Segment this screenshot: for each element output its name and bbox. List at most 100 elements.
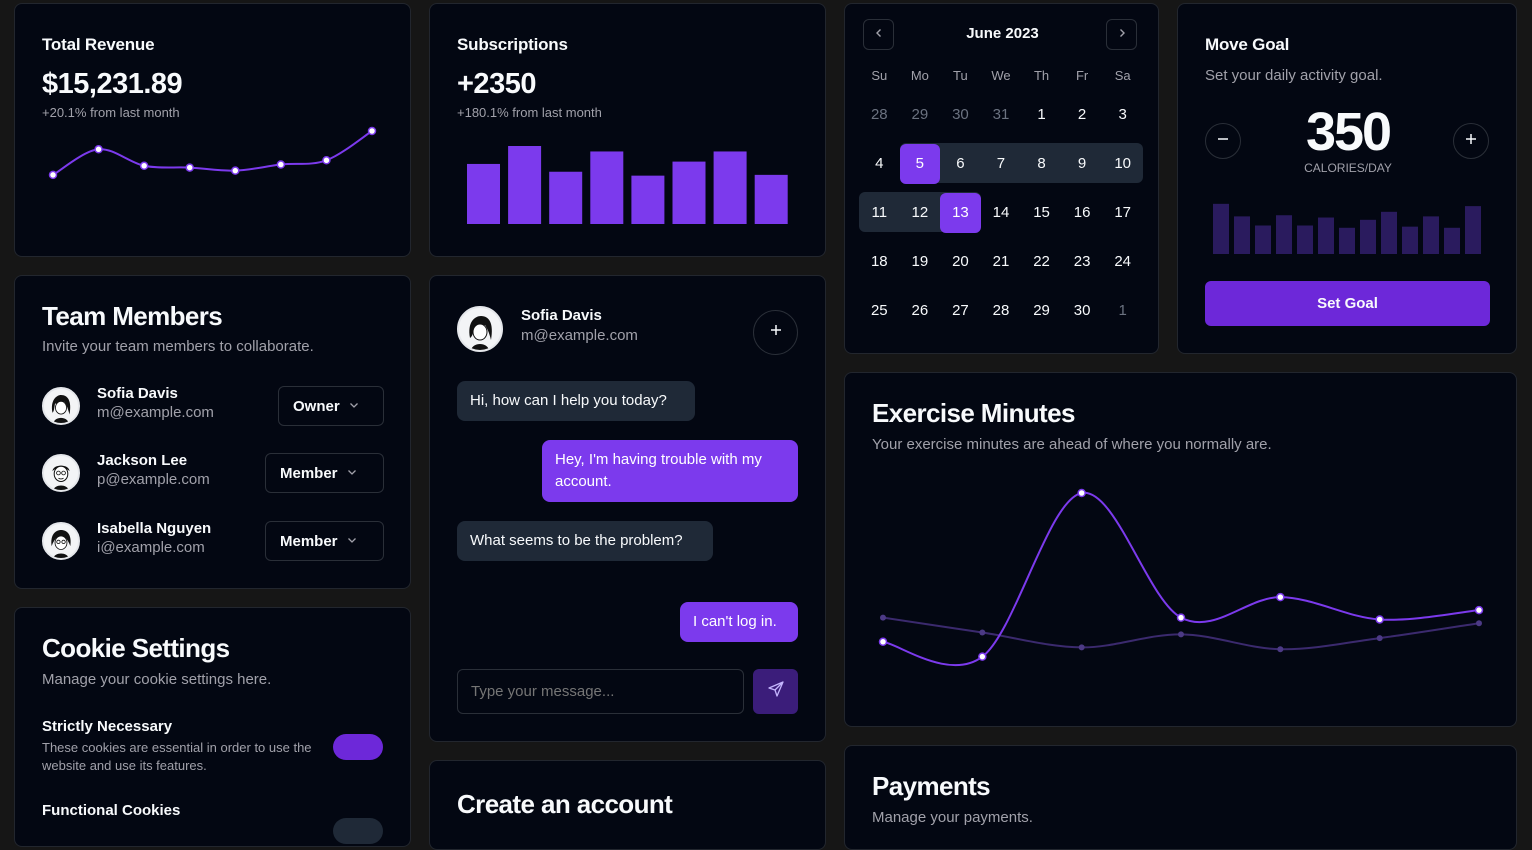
cookie-title: Cookie Settings [42, 633, 230, 663]
calendar-day[interactable]: 4 [859, 144, 900, 184]
calendar-day[interactable]: 15 [1021, 193, 1062, 233]
team-members-card: Team Members Invite your team members to… [14, 275, 411, 589]
average-point [979, 629, 986, 636]
calendar-day[interactable]: 26 [900, 291, 941, 331]
average-point [1178, 631, 1184, 638]
revenue-point [139, 161, 149, 171]
calendar-day[interactable]: 24 [1102, 242, 1143, 282]
revenue-point [276, 160, 286, 169]
create-account-card: Create an account [429, 760, 826, 850]
weekday-label: Th [1033, 67, 1050, 83]
calendar-day[interactable]: 28 [981, 291, 1022, 331]
goal-bar [1234, 216, 1250, 254]
strictly-necessary-toggle[interactable] [333, 734, 383, 760]
current-point [1474, 605, 1484, 615]
current-point [1276, 592, 1285, 602]
team-title: Team Members [42, 301, 223, 331]
calendar-day[interactable]: 5 [899, 143, 941, 184]
current-point [878, 637, 888, 647]
functional-cookies-toggle[interactable] [333, 818, 383, 844]
member-role-select[interactable]: Member [265, 521, 384, 561]
chevron-right-icon [1116, 26, 1128, 44]
chat-message: I can't log in. [680, 602, 798, 642]
calendar-day[interactable]: 9 [1062, 144, 1103, 184]
member-email: i@example.com [97, 539, 205, 556]
calendar-week: 28 29 30 31 1 2 3 [859, 90, 1143, 139]
set-goal-button[interactable]: Set Goal [1205, 281, 1490, 326]
calendar-day[interactable]: 12 [900, 193, 941, 233]
subscriptions-bar-chart [467, 146, 788, 224]
calendar-day[interactable]: 29 [900, 95, 941, 135]
next-month-button[interactable] [1106, 19, 1137, 50]
payments-card: Payments Manage your payments. [844, 745, 1517, 850]
goal-bar [1360, 219, 1376, 254]
average-point [1376, 635, 1383, 642]
calendar-day[interactable]: 30 [940, 95, 981, 135]
send-message-button[interactable] [753, 669, 798, 714]
calendar-day[interactable]: 13 [940, 192, 981, 233]
calendar-day[interactable]: 31 [981, 95, 1022, 135]
chat-message-input[interactable] [457, 669, 744, 714]
calendar-week: 4 5 6 7 8 9 10 [859, 139, 1143, 188]
calendar-day[interactable]: 19 [900, 242, 941, 282]
calendar-day[interactable]: 21 [981, 242, 1022, 282]
goal-bar [1465, 206, 1481, 254]
calendar-day[interactable]: 1 [1021, 95, 1062, 135]
weekday-label: Mo [910, 67, 929, 83]
chevron-down-icon [346, 533, 358, 550]
payments-title: Payments [872, 771, 991, 801]
exercise-card: Exercise Minutes Your exercise minutes a… [844, 372, 1517, 727]
goal-bar [1276, 215, 1292, 254]
calendar-card: June 2023 Su Mo Tu We Th Fr Sa 28 29 30 31 1 2 3 4 5 6 7… [844, 3, 1159, 354]
average-point [1476, 620, 1482, 627]
chat-message: Hey, I'm having trouble with my account. [542, 440, 798, 502]
weekday-label: Sa [1114, 67, 1131, 83]
calendar-day[interactable]: 28 [859, 95, 900, 135]
calendar-day[interactable]: 14 [981, 193, 1022, 233]
calendar-day[interactable]: 6 [940, 144, 981, 184]
cookie-option-description: These cookies are essential in order to … [42, 740, 312, 773]
member-name: Isabella Nguyen [97, 520, 212, 537]
calendar-day[interactable]: 1 [1102, 291, 1143, 331]
subscriptions-bar [672, 161, 706, 224]
new-chat-button[interactable] [753, 310, 798, 355]
calendar-day[interactable]: 18 [859, 242, 900, 282]
calendar-week: 11 12 13 14 15 16 17 [859, 188, 1143, 237]
calendar-day[interactable]: 20 [940, 242, 981, 282]
exercise-line-chart [878, 488, 1484, 667]
calendar-day[interactable]: 3 [1102, 95, 1143, 135]
calendar-day[interactable]: 27 [940, 291, 981, 331]
plus-icon [769, 323, 783, 342]
revenue-point [94, 145, 103, 154]
calendar-day[interactable]: 23 [1062, 242, 1103, 282]
calendar-day[interactable]: 2 [1062, 95, 1103, 135]
team-description: Invite your team members to collaborate. [42, 338, 314, 355]
subscriptions-bar [754, 174, 788, 224]
member-role-select[interactable]: Owner [278, 386, 384, 426]
revenue-point [185, 163, 194, 172]
move-goal-card: Move Goal Set your daily activity goal. … [1177, 3, 1517, 354]
calendar-day[interactable]: 25 [859, 291, 900, 331]
revenue-point [322, 156, 331, 165]
calendar-day[interactable]: 10 [1102, 144, 1143, 184]
calendar-day[interactable]: 22 [1021, 242, 1062, 282]
current-line [882, 491, 1480, 667]
member-role-select[interactable]: Member [265, 453, 384, 493]
goal-bar [1318, 217, 1334, 254]
goal-bar [1402, 226, 1418, 254]
goal-bar [1381, 211, 1397, 254]
calendar-day[interactable]: 7 [981, 144, 1022, 184]
calendar-day[interactable]: 16 [1062, 193, 1103, 233]
calendar-day[interactable]: 30 [1062, 291, 1103, 331]
subscriptions-bar [713, 151, 747, 224]
member-role-label: Owner [293, 397, 340, 415]
chat-message: What seems to be the problem? [457, 521, 713, 561]
cookie-option-label: Functional Cookies [42, 802, 181, 819]
revenue-card: Total Revenue $15,231.89 +20.1% from las… [14, 3, 411, 257]
goal-bar [1423, 216, 1439, 254]
calendar-day[interactable]: 17 [1102, 193, 1143, 233]
calendar-day[interactable]: 29 [1021, 291, 1062, 331]
calendar-day[interactable]: 11 [859, 193, 900, 233]
calendar-day[interactable]: 8 [1021, 144, 1062, 184]
weekday-label: Su [871, 67, 888, 83]
